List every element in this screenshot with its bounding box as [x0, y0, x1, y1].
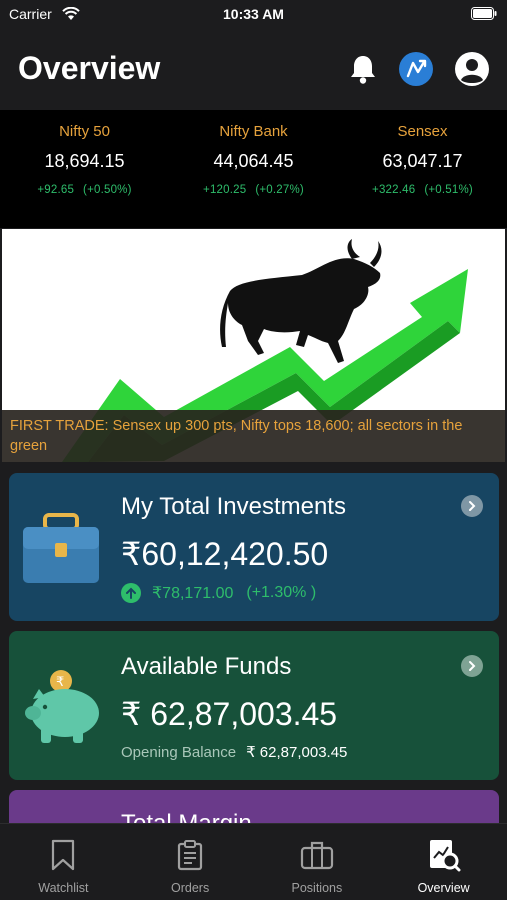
overview-chart-icon: [429, 840, 461, 872]
page-title: Overview: [18, 50, 161, 86]
svg-text:₹: ₹: [56, 674, 64, 689]
opening-balance: Opening Balance ₹ 62,87,003.45: [121, 743, 347, 761]
tab-label: Positions: [291, 881, 343, 895]
quick-trade-button[interactable]: [398, 51, 434, 87]
chevron-right-icon[interactable]: [461, 655, 483, 677]
briefcase-illustration-icon: [23, 513, 99, 583]
index-change: +120.25 (+0.27%): [169, 184, 338, 196]
status-time: 10:33 AM: [223, 6, 284, 22]
news-banner[interactable]: FIRST TRADE: Sensex up 300 pts, Nifty to…: [2, 229, 505, 462]
index-change-percent: (+0.51%): [424, 184, 473, 196]
index-change-points: +322.46: [372, 184, 416, 196]
chevron-right-icon[interactable]: [461, 495, 483, 517]
index-change-percent: (+0.50%): [83, 184, 132, 196]
bottom-tab-bar: Watchlist Orders Positions Overview: [0, 823, 507, 900]
investments-change-percent: (+1.30% ): [246, 584, 317, 601]
funds-title: Available Funds: [121, 653, 292, 680]
briefcase-icon: [300, 841, 333, 870]
opening-balance-value: ₹ 62,87,003.45: [246, 744, 348, 761]
index-change-points: +92.65: [37, 184, 75, 196]
piggy-bank-icon: ₹: [25, 670, 99, 743]
index-change-points: +120.25: [203, 184, 247, 196]
profile-button[interactable]: [454, 51, 490, 87]
index-change: +322.46 (+0.51%): [338, 184, 507, 196]
index-change-percent: (+0.27%): [255, 184, 304, 196]
tab-label: Watchlist: [38, 881, 89, 895]
investments-title: My Total Investments: [121, 493, 346, 520]
header: Overview: [0, 30, 507, 110]
index-value: 63,047.17: [382, 151, 463, 171]
total-investments-card[interactable]: My Total Investments ₹60,12,420.50 ₹78,1…: [9, 473, 499, 621]
bell-icon: [351, 56, 375, 84]
investments-change-value: ₹78,171.00: [152, 585, 234, 602]
tab-label: Overview: [417, 881, 470, 895]
index-nifty-bank[interactable]: Nifty Bank 44,064.45 +120.25 (+0.27%): [169, 110, 338, 228]
tab-watchlist[interactable]: Watchlist: [0, 824, 127, 900]
investments-change: ₹78,171.00 (+1.30% ): [121, 583, 316, 603]
index-sensex[interactable]: Sensex 63,047.17 +322.46 (+0.51%): [338, 110, 507, 228]
funds-amount: ₹ 62,87,003.45: [121, 696, 338, 732]
user-avatar-icon: [455, 52, 489, 86]
battery-icon: [471, 7, 497, 20]
tab-label: Orders: [171, 881, 210, 895]
bookmark-icon: [52, 839, 75, 871]
investments-amount: ₹60,12,420.50: [121, 536, 329, 572]
arrow-up-icon: [121, 583, 141, 603]
news-headline[interactable]: FIRST TRADE: Sensex up 300 pts, Nifty to…: [2, 410, 505, 462]
clipboard-icon: [178, 840, 203, 871]
index-nifty-50[interactable]: Nifty 50 18,694.15 +92.65 (+0.50%): [0, 110, 169, 228]
index-change: +92.65 (+0.50%): [0, 184, 169, 196]
status-bar: Carrier 10:33 AM: [0, 0, 507, 30]
opening-balance-label: Opening Balance: [121, 744, 237, 761]
index-name: Nifty 50: [59, 123, 110, 140]
notifications-button[interactable]: [345, 51, 381, 87]
tab-overview[interactable]: Overview: [380, 824, 507, 900]
tab-orders[interactable]: Orders: [127, 824, 254, 900]
market-indices: Nifty 50 18,694.15 +92.65 (+0.50%) Nifty …: [0, 110, 507, 228]
tab-positions[interactable]: Positions: [254, 824, 381, 900]
index-value: 44,064.45: [213, 151, 294, 171]
index-name: Nifty Bank: [219, 123, 288, 140]
index-value: 18,694.15: [44, 151, 125, 171]
available-funds-card[interactable]: ₹ Available Funds ₹ 62,87,003.45 Opening…: [9, 631, 499, 780]
trade-arrow-icon: [399, 52, 433, 86]
index-name: Sensex: [397, 123, 448, 140]
